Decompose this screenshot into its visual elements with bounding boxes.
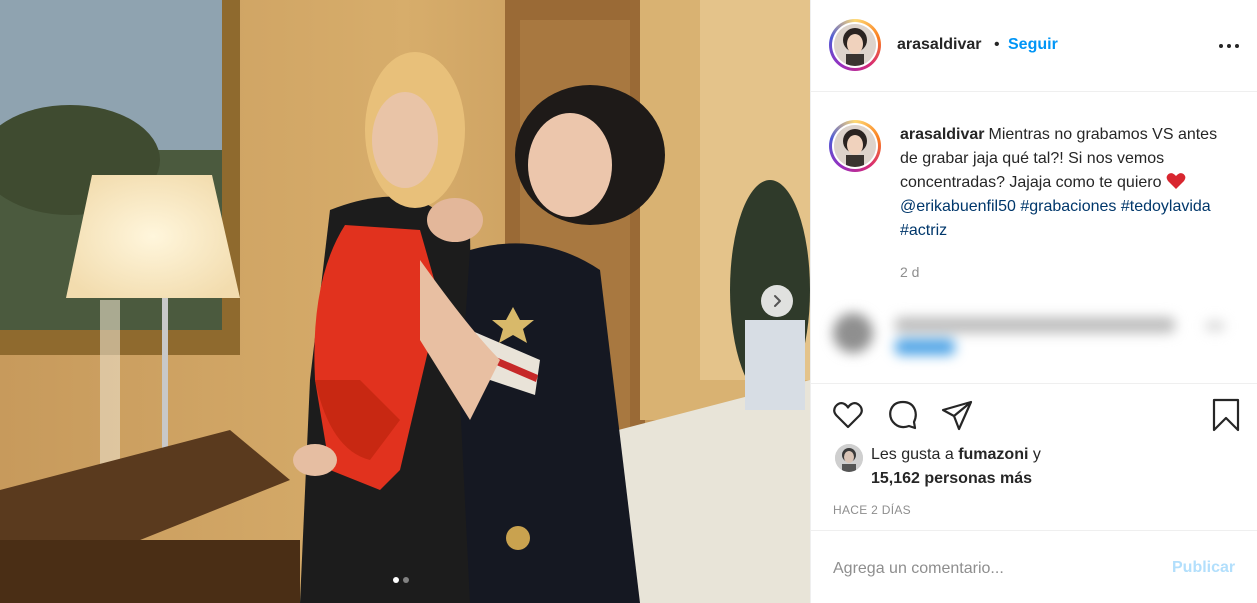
likes-summary: Les gusta a fumazoni y [871,446,1041,464]
caption-username[interactable]: arasaldivar [900,126,985,143]
follow-button[interactable]: Seguir [1008,36,1058,54]
caption-age[interactable]: 2 d [900,264,919,280]
hashtag-link[interactable]: #actriz [900,222,947,239]
hashtag-link[interactable]: #grabaciones [1020,198,1116,215]
comment-input[interactable] [833,557,1153,581]
liker-username[interactable]: fumazoni [958,446,1028,463]
heart-emoji-icon [1166,173,1186,189]
post-timestamp[interactable]: HACE 2 DÍAS [833,503,911,517]
avatar-face-icon [835,444,863,472]
carousel-indicator [393,577,409,583]
comment-icon [889,400,917,430]
comment-form: Publicar [811,530,1257,603]
caption-section: arasaldivar Mientras no grabamos VS antes… [811,93,1257,383]
author-avatar[interactable] [829,19,881,71]
blurred-comment [825,303,1245,373]
photo-scene [0,0,810,603]
mention-link[interactable]: @erikabuenfil50 [900,198,1016,215]
likes-prefix: Les gusta a [871,446,954,463]
carousel-dot-2 [403,577,409,583]
author-username[interactable]: arasaldivar [897,36,982,54]
avatar-face-icon [834,125,876,167]
post-header: arasaldivar • Seguir [811,0,1257,92]
share-icon [941,400,973,431]
post-photo[interactable] [0,0,810,603]
like-button[interactable] [831,398,865,432]
carousel-dot-1 [393,577,399,583]
caption-author-avatar[interactable] [829,120,881,172]
more-options-button[interactable] [1217,36,1241,56]
next-slide-button[interactable] [761,285,793,317]
liker-avatar[interactable] [835,444,863,472]
chevron-right-icon [774,295,781,307]
publish-button[interactable]: Publicar [1172,559,1235,577]
likes-count[interactable]: 15,162 personas más [871,470,1032,488]
post-side-panel: arasaldivar • Seguir arasaldivar Mientra… [810,0,1257,603]
caption-text: arasaldivar Mientras no grabamos VS antes… [900,123,1230,243]
avatar-face-icon [834,24,876,66]
likes-connector: y [1032,446,1041,463]
comment-button[interactable] [886,398,920,432]
share-button[interactable] [940,398,974,432]
header-separator: • [994,36,1000,53]
more-options-icon [1219,44,1239,48]
heart-icon [833,402,863,429]
save-button[interactable] [1209,398,1243,432]
actions-section: Les gusta a fumazoni y 15,162 personas m… [811,383,1257,530]
bookmark-icon [1212,398,1240,432]
hashtag-link[interactable]: #tedoylavida [1121,198,1211,215]
